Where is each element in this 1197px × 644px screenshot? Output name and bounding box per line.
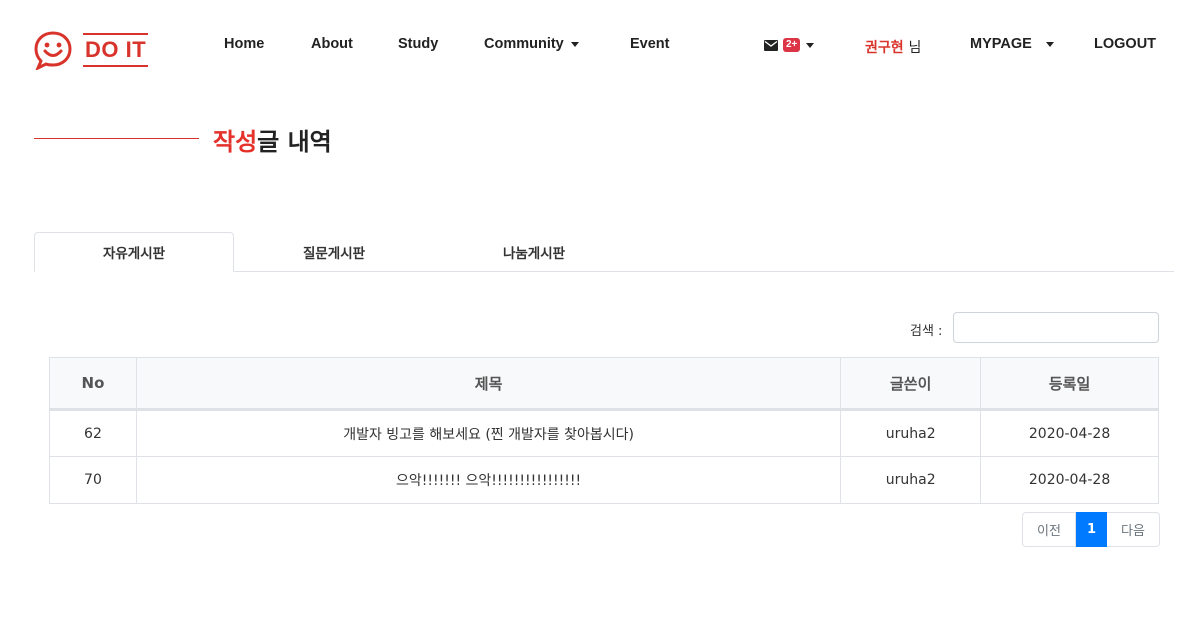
header-no[interactable]: No bbox=[49, 357, 137, 411]
nav-community[interactable]: Community bbox=[484, 36, 579, 52]
tab-question-board[interactable]: 질문게시판 bbox=[234, 232, 434, 272]
page-title-rest: 글 내역 bbox=[257, 128, 332, 156]
cell-writer: uruha2 bbox=[840, 456, 982, 504]
smiley-chat-icon bbox=[34, 31, 72, 70]
cell-date: 2020-04-28 bbox=[980, 456, 1159, 504]
nav-about[interactable]: About bbox=[311, 36, 353, 52]
brand-name: DO IT bbox=[83, 33, 149, 67]
cell-title[interactable]: 으악!!!!!!! 으악!!!!!!!!!!!!!!!! bbox=[135, 456, 842, 504]
page-title-accent: 작성 bbox=[213, 128, 258, 156]
header-writer[interactable]: 글쓴이 bbox=[840, 357, 982, 411]
page-prev-button[interactable]: 이전 bbox=[1022, 512, 1076, 547]
page-title: 작성글 내역 bbox=[213, 122, 332, 157]
nav-mypage[interactable]: MYPAGE bbox=[970, 36, 1054, 52]
tab-free-board[interactable]: 자유게시판 bbox=[34, 232, 234, 272]
chevron-down-icon bbox=[1045, 41, 1054, 47]
envelope-icon bbox=[764, 39, 778, 51]
cell-no: 62 bbox=[49, 409, 137, 457]
nav-home[interactable]: Home bbox=[224, 36, 264, 52]
user-suffix: 님 bbox=[908, 40, 922, 56]
messages-dropdown[interactable]: 2+ bbox=[764, 38, 815, 52]
title-divider bbox=[34, 138, 199, 139]
nav-mypage-label: MYPAGE bbox=[970, 36, 1032, 52]
page-number-button[interactable]: 1 bbox=[1076, 512, 1107, 547]
pagination: 이전 1 다음 bbox=[1022, 512, 1160, 547]
header-date[interactable]: 등록일 bbox=[980, 357, 1159, 411]
table-row[interactable]: 70 으악!!!!!!! 으악!!!!!!!!!!!!!!!! uruha2 2… bbox=[49, 456, 1159, 504]
table-row[interactable]: 62 개발자 빙고를 해보세요 (찐 개발자를 찾아봅시다) uruha2 20… bbox=[49, 409, 1159, 457]
message-count-badge: 2+ bbox=[783, 38, 801, 52]
cell-writer: uruha2 bbox=[840, 409, 982, 457]
user-greeting: 권구현 님 bbox=[865, 37, 921, 57]
cell-title[interactable]: 개발자 빙고를 해보세요 (찐 개발자를 찾아봅시다) bbox=[135, 409, 842, 457]
tab-share-board[interactable]: 나눔게시판 bbox=[434, 232, 634, 272]
logout-link[interactable]: LOGOUT bbox=[1094, 36, 1156, 52]
user-name: 권구현 bbox=[865, 40, 904, 56]
nav-community-label: Community bbox=[484, 36, 564, 52]
cell-date: 2020-04-28 bbox=[980, 409, 1159, 457]
cell-no: 70 bbox=[49, 456, 137, 504]
search-input[interactable] bbox=[953, 312, 1159, 343]
chevron-down-icon bbox=[806, 42, 815, 48]
chevron-down-icon bbox=[570, 41, 579, 47]
table-header-row: No 제목 글쓴이 등록일 bbox=[49, 357, 1159, 411]
header-title[interactable]: 제목 bbox=[135, 357, 842, 411]
search-label: 검색 : bbox=[910, 324, 943, 339]
brand-logo[interactable]: DO IT bbox=[33, 30, 149, 70]
page-next-button[interactable]: 다음 bbox=[1107, 512, 1160, 547]
nav-study[interactable]: Study bbox=[398, 36, 438, 52]
nav-event[interactable]: Event bbox=[630, 36, 670, 52]
posts-table: No 제목 글쓴이 등록일 62 개발자 빙고를 해보세요 (찐 개발자를 찾아… bbox=[49, 357, 1159, 504]
